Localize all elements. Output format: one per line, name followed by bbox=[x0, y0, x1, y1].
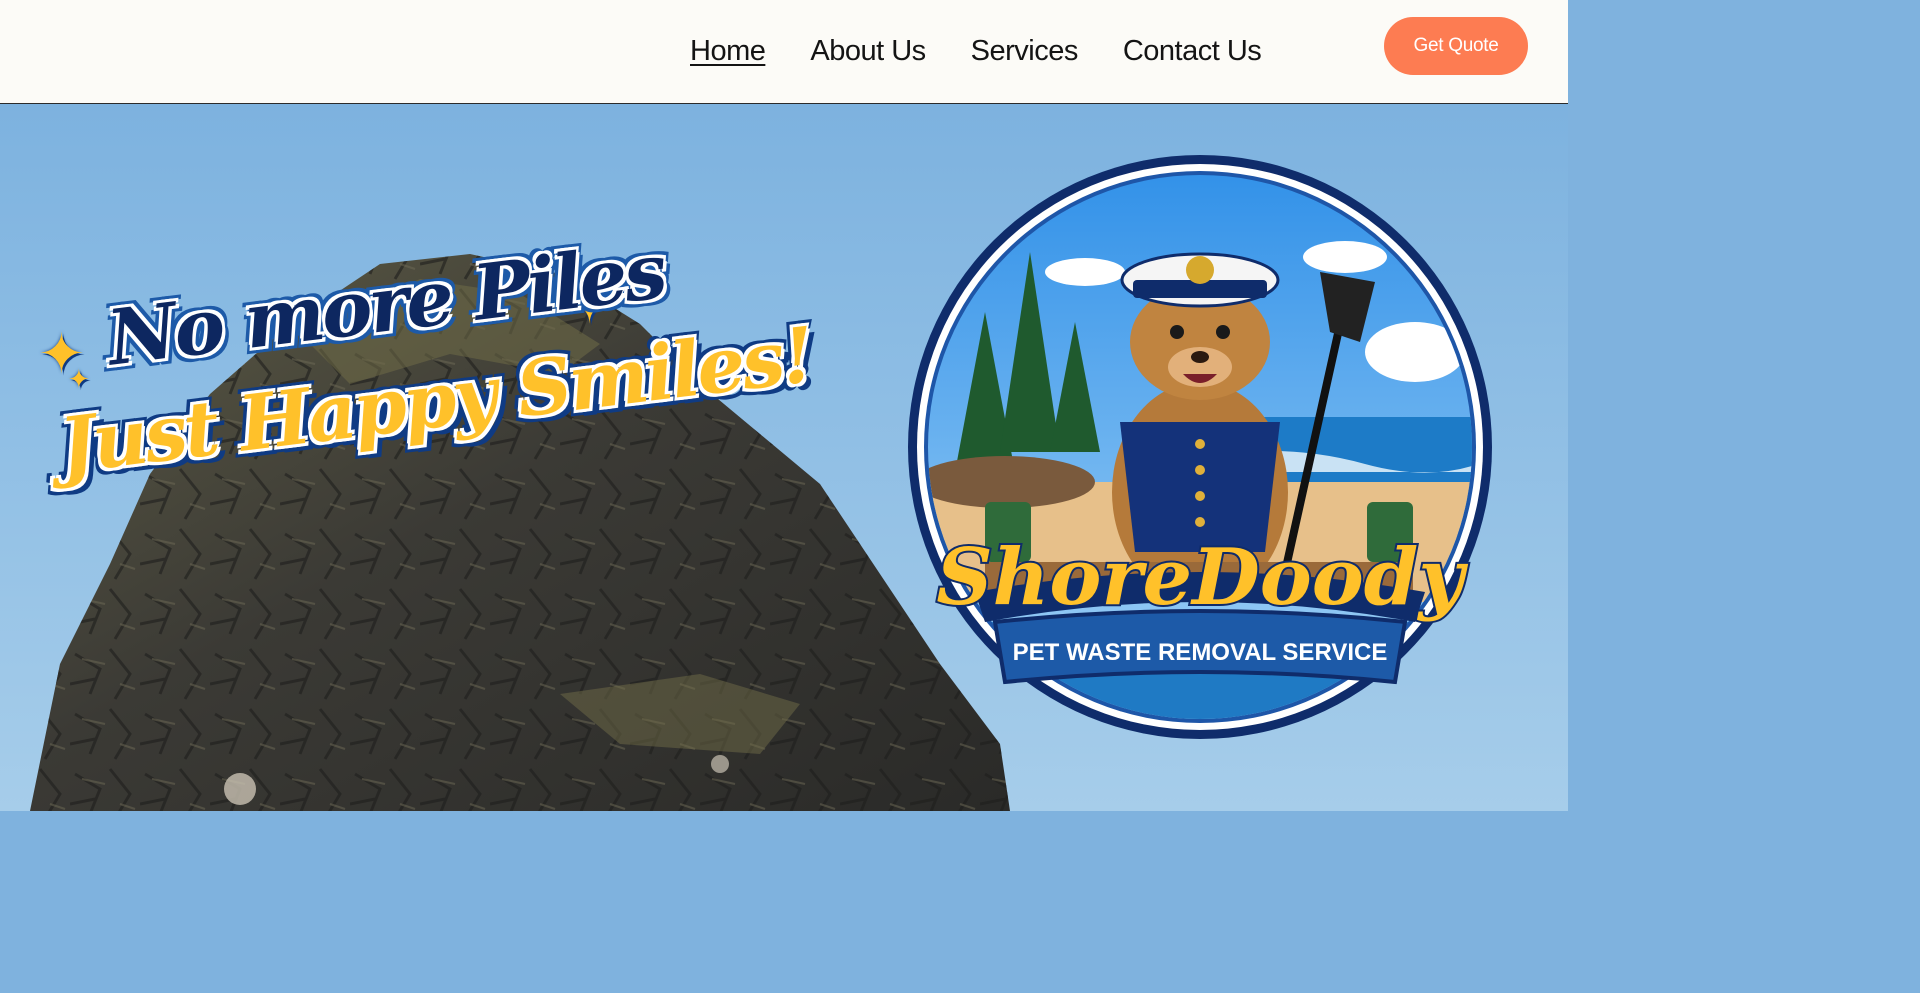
sparkle-icon: ✦ bbox=[68, 364, 90, 394]
nav-about-us[interactable]: About Us bbox=[810, 32, 926, 70]
hero-section: ✦ ✦ ✦ No more Piles Just Happy Smiles! S… bbox=[0, 104, 1568, 811]
shoredoody-logo: ShoreDoody PET WASTE REMOVAL SERVICE bbox=[905, 152, 1495, 742]
site-header: Home About Us Services Contact Us Get Qu… bbox=[0, 0, 1568, 104]
nav-contact-us[interactable]: Contact Us bbox=[1123, 32, 1262, 70]
hero-tagline: ✦ ✦ ✦ No more Piles Just Happy Smiles! bbox=[20, 226, 817, 534]
logo-subtitle: PET WASTE REMOVAL SERVICE bbox=[1013, 639, 1388, 666]
nav-services[interactable]: Services bbox=[971, 32, 1079, 70]
get-quote-button[interactable]: Get Quote bbox=[1384, 17, 1528, 75]
nav-home[interactable]: Home bbox=[690, 32, 766, 70]
main-nav: Home About Us Services Contact Us bbox=[690, 32, 1306, 70]
